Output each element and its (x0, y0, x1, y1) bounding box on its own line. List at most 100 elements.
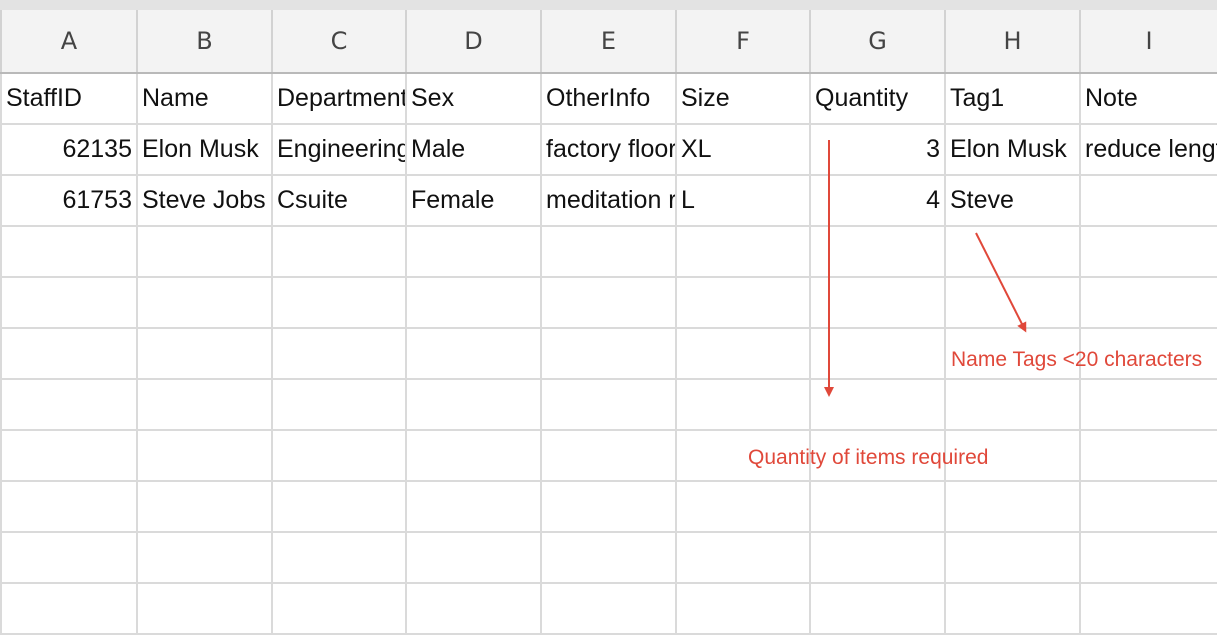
cell-a4[interactable] (0, 225, 138, 278)
cell-g1[interactable]: Quantity (809, 72, 946, 125)
cell-h9[interactable] (944, 480, 1081, 533)
cell-d10[interactable] (405, 531, 542, 584)
cell-a1[interactable]: StaffID (0, 72, 138, 125)
cell-d2[interactable]: Male (405, 123, 542, 176)
cell-a11[interactable] (0, 582, 138, 635)
cell-f5[interactable] (675, 276, 811, 329)
cell-g10[interactable] (809, 531, 946, 584)
cell-e1[interactable]: OtherInfo (540, 72, 677, 125)
column-header-d[interactable]: D (405, 10, 542, 74)
cell-g3[interactable]: 4 (809, 174, 946, 227)
cell-h2[interactable]: Elon Musk (944, 123, 1081, 176)
cell-e10[interactable] (540, 531, 677, 584)
cell-d4[interactable] (405, 225, 542, 278)
column-header-a[interactable]: A (0, 10, 138, 74)
cell-c7[interactable] (271, 378, 407, 431)
column-header-g[interactable]: G (809, 10, 946, 74)
cell-c10[interactable] (271, 531, 407, 584)
cell-e9[interactable] (540, 480, 677, 533)
cell-h5[interactable] (944, 276, 1081, 329)
cell-e7[interactable] (540, 378, 677, 431)
cell-b2[interactable]: Elon Musk (136, 123, 273, 176)
cell-i5[interactable] (1079, 276, 1217, 329)
cell-h4[interactable] (944, 225, 1081, 278)
cell-h10[interactable] (944, 531, 1081, 584)
cell-c3[interactable]: Csuite (271, 174, 407, 227)
cell-e6[interactable] (540, 327, 677, 380)
cell-a6[interactable] (0, 327, 138, 380)
cell-i4[interactable] (1079, 225, 1217, 278)
cell-g5[interactable] (809, 276, 946, 329)
column-header-f[interactable]: F (675, 10, 811, 74)
cell-e8[interactable] (540, 429, 677, 482)
cell-f3[interactable]: L (675, 174, 811, 227)
cell-i7[interactable] (1079, 378, 1217, 431)
column-header-i[interactable]: I (1079, 10, 1217, 74)
cell-g9[interactable] (809, 480, 946, 533)
cell-d8[interactable] (405, 429, 542, 482)
cell-c11[interactable] (271, 582, 407, 635)
cell-c2[interactable]: Engineering (271, 123, 407, 176)
cell-i8[interactable] (1079, 429, 1217, 482)
cell-d1[interactable]: Sex (405, 72, 542, 125)
cell-g4[interactable] (809, 225, 946, 278)
cell-b8[interactable] (136, 429, 273, 482)
cell-f9[interactable] (675, 480, 811, 533)
column-header-h[interactable]: H (944, 10, 1081, 74)
cell-d6[interactable] (405, 327, 542, 380)
cell-b9[interactable] (136, 480, 273, 533)
cell-d3[interactable]: Female (405, 174, 542, 227)
cell-b5[interactable] (136, 276, 273, 329)
cell-i10[interactable] (1079, 531, 1217, 584)
cell-a9[interactable] (0, 480, 138, 533)
cell-e4[interactable] (540, 225, 677, 278)
cell-e5[interactable] (540, 276, 677, 329)
cell-c8[interactable] (271, 429, 407, 482)
cell-a10[interactable] (0, 531, 138, 584)
cell-b3[interactable]: Steve Jobs (136, 174, 273, 227)
cell-h3[interactable]: Steve (944, 174, 1081, 227)
cell-a8[interactable] (0, 429, 138, 482)
cell-i1[interactable]: Note (1079, 72, 1217, 125)
cell-c5[interactable] (271, 276, 407, 329)
cell-f7[interactable] (675, 378, 811, 431)
cell-f4[interactable] (675, 225, 811, 278)
cell-e3[interactable]: meditation r (540, 174, 677, 227)
cell-b11[interactable] (136, 582, 273, 635)
cell-f10[interactable] (675, 531, 811, 584)
cell-i2[interactable]: reduce length (1079, 123, 1217, 176)
column-header-e[interactable]: E (540, 10, 677, 74)
cell-h7[interactable] (944, 378, 1081, 431)
cell-i11[interactable] (1079, 582, 1217, 635)
cell-g6[interactable] (809, 327, 946, 380)
cell-h1[interactable]: Tag1 (944, 72, 1081, 125)
cell-b7[interactable] (136, 378, 273, 431)
cell-d5[interactable] (405, 276, 542, 329)
cell-f1[interactable]: Size (675, 72, 811, 125)
cell-a7[interactable] (0, 378, 138, 431)
column-header-b[interactable]: B (136, 10, 273, 74)
cell-b10[interactable] (136, 531, 273, 584)
cell-b1[interactable]: Name (136, 72, 273, 125)
cell-c6[interactable] (271, 327, 407, 380)
cell-i9[interactable] (1079, 480, 1217, 533)
cell-c4[interactable] (271, 225, 407, 278)
cell-f2[interactable]: XL (675, 123, 811, 176)
cell-e11[interactable] (540, 582, 677, 635)
cell-a2[interactable]: 62135 (0, 123, 138, 176)
cell-d11[interactable] (405, 582, 542, 635)
cell-a5[interactable] (0, 276, 138, 329)
cell-b6[interactable] (136, 327, 273, 380)
cell-a3[interactable]: 61753 (0, 174, 138, 227)
column-header-c[interactable]: C (271, 10, 407, 74)
cell-b4[interactable] (136, 225, 273, 278)
cell-g2[interactable]: 3 (809, 123, 946, 176)
cell-f6[interactable] (675, 327, 811, 380)
cell-i3[interactable] (1079, 174, 1217, 227)
cell-h11[interactable] (944, 582, 1081, 635)
cell-c9[interactable] (271, 480, 407, 533)
cell-g11[interactable] (809, 582, 946, 635)
cell-f11[interactable] (675, 582, 811, 635)
cell-d7[interactable] (405, 378, 542, 431)
cell-c1[interactable]: Department (271, 72, 407, 125)
